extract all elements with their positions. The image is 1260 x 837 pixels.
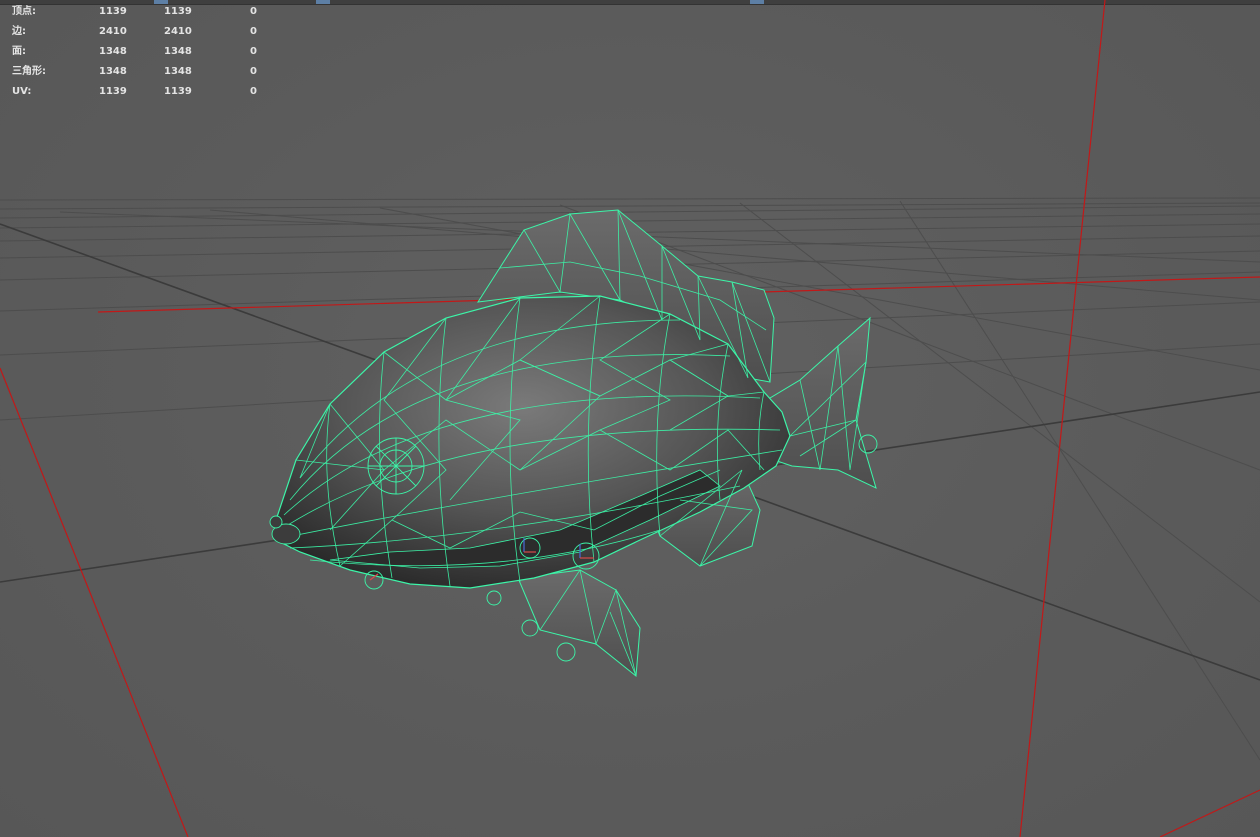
hud-value: 0 [250, 46, 257, 57]
hud-label: 面: [12, 46, 26, 57]
hud-value: 2410 [99, 26, 127, 37]
viewport-scene [0, 0, 1260, 837]
hud-label: 顶点: [12, 6, 36, 17]
hud-value: 1348 [99, 46, 127, 57]
hud-value: 0 [250, 26, 257, 37]
hud-label: 边: [12, 26, 26, 37]
poly-count-hud: 顶点: 1139 1139 0 边: 2410 2410 0 面: 1348 1… [12, 2, 272, 102]
hud-row-triangles: 三角形: 1348 1348 0 [12, 62, 272, 82]
hud-row-faces: 面: 1348 1348 0 [12, 42, 272, 62]
hud-label: UV: [12, 86, 32, 97]
hud-value: 1348 [99, 66, 127, 77]
hud-value: 1139 [99, 6, 127, 17]
hud-value: 0 [250, 66, 257, 77]
hud-row-edges: 边: 2410 2410 0 [12, 22, 272, 42]
fish-wireframe-model[interactable] [269, 209, 878, 677]
hud-value: 1348 [164, 66, 192, 77]
hud-value: 2410 [164, 26, 192, 37]
maya-viewport[interactable]: 顶点: 1139 1139 0 边: 2410 2410 0 面: 1348 1… [0, 0, 1260, 837]
hud-value: 1139 [164, 6, 192, 17]
hud-value: 1139 [99, 86, 127, 97]
hud-label: 三角形: [12, 66, 46, 77]
fish-eye [367, 437, 425, 495]
hud-value: 0 [250, 86, 257, 97]
hud-value: 1139 [164, 86, 192, 97]
hud-value: 0 [250, 6, 257, 17]
hud-row-uvs: UV: 1139 1139 0 [12, 82, 272, 102]
hud-value: 1348 [164, 46, 192, 57]
hud-row-vertices: 顶点: 1139 1139 0 [12, 2, 272, 22]
